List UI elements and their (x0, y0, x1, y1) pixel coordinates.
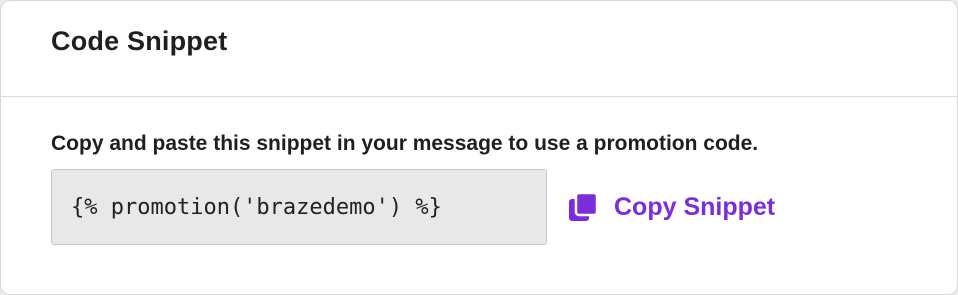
snippet-instructions: Copy and paste this snippet in your mess… (51, 132, 759, 155)
code-snippet-panel: Code Snippet Copy and paste this snippet… (0, 0, 958, 295)
panel-header: Code Snippet (1, 1, 957, 97)
copy-snippet-label: Copy Snippet (614, 192, 776, 221)
panel-body: Copy and paste this snippet in your mess… (1, 131, 957, 245)
snippet-code-field[interactable]: {% promotion('brazedemo') %} (51, 169, 547, 245)
copy-snippet-button[interactable]: Copy Snippet (567, 191, 775, 223)
panel-title: Code Snippet (51, 26, 228, 56)
copy-icon (569, 191, 599, 221)
snippet-row: {% promotion('brazedemo') %} Copy Snippe… (51, 169, 957, 245)
